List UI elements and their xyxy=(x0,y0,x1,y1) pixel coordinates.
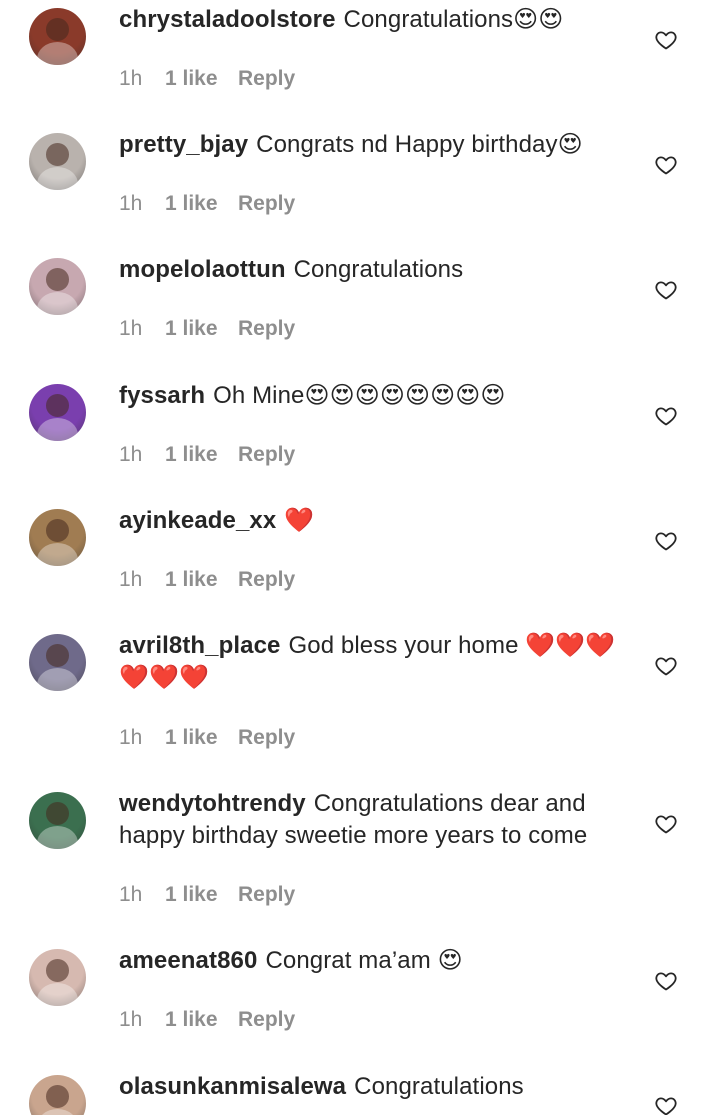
comment-body: Congrats nd Happy birthday😍 xyxy=(256,131,583,158)
username-link[interactable]: chrystaladoolstore xyxy=(119,6,336,33)
reply-button[interactable]: Reply xyxy=(238,725,295,751)
comment-list: chrystaladoolstore Congratulations😍😍 1h 1 l… xyxy=(0,0,720,1115)
heart-outline-icon[interactable] xyxy=(653,969,679,993)
timestamp: 1h xyxy=(119,317,143,340)
comment-meta: 1h 1 like Reply xyxy=(119,66,295,92)
comment-text: wendytohtrendy Congratulations dear and h… xyxy=(119,788,634,852)
timestamp: 1h xyxy=(119,883,143,906)
comment-meta: 1h 1 like Reply xyxy=(119,442,295,468)
comment-meta: 1h 1 like Reply xyxy=(119,882,295,908)
comment-text: pretty_bjay Congrats nd Happy birthday😍 xyxy=(119,129,634,161)
comment-text: ayinkeade_xx ❤️ xyxy=(119,505,634,537)
comment-meta: 1h 1 like Reply xyxy=(119,1007,295,1033)
username-link[interactable]: avril8th_place xyxy=(119,632,281,659)
reply-button[interactable]: Reply xyxy=(238,1007,295,1033)
avatar[interactable] xyxy=(29,258,86,315)
comment-text: avril8th_place God bless your home ❤️❤️❤️… xyxy=(119,630,634,694)
comment-text: ameenat860 Congrat ma’am 😍 xyxy=(119,945,634,977)
avatar[interactable] xyxy=(29,8,86,65)
timestamp: 1h xyxy=(119,1008,143,1031)
comment-meta: 1h 1 like Reply xyxy=(119,567,295,593)
comment-body: Congratulations xyxy=(293,256,464,283)
heart-outline-icon[interactable] xyxy=(653,654,679,678)
comment-body: Congratulations😍😍 xyxy=(343,6,564,33)
username-link[interactable]: fyssarh xyxy=(119,382,205,409)
reply-button[interactable]: Reply xyxy=(238,316,295,342)
reply-button[interactable]: Reply xyxy=(238,191,295,217)
avatar[interactable] xyxy=(29,949,86,1006)
reply-button[interactable]: Reply xyxy=(238,66,295,92)
username-link[interactable]: ameenat860 xyxy=(119,947,257,974)
heart-outline-icon[interactable] xyxy=(653,1094,679,1115)
like-count[interactable]: 1 like xyxy=(165,567,238,593)
heart-outline-icon[interactable] xyxy=(653,153,679,177)
reply-button[interactable]: Reply xyxy=(238,567,295,593)
username-link[interactable]: wendytohtrendy xyxy=(119,790,306,817)
like-count[interactable]: 1 like xyxy=(165,882,238,908)
like-count[interactable]: 1 like xyxy=(165,316,238,342)
comment-body: ❤️ xyxy=(284,507,315,534)
comment-body: Congrat ma’am 😍 xyxy=(265,947,463,974)
heart-outline-icon[interactable] xyxy=(653,28,679,52)
heart-outline-icon[interactable] xyxy=(653,404,679,428)
comment-text: chrystaladoolstore Congratulations😍😍 xyxy=(119,4,634,36)
avatar[interactable] xyxy=(29,509,86,566)
reply-button[interactable]: Reply xyxy=(238,442,295,468)
like-count[interactable]: 1 like xyxy=(165,1007,238,1033)
avatar[interactable] xyxy=(29,634,86,691)
comment-meta: 1h 1 like Reply xyxy=(119,316,295,342)
avatar[interactable] xyxy=(29,1075,86,1115)
heart-outline-icon[interactable] xyxy=(653,278,679,302)
heart-outline-icon[interactable] xyxy=(653,812,679,836)
username-link[interactable]: ayinkeade_xx xyxy=(119,507,276,534)
timestamp: 1h xyxy=(119,726,143,749)
username-link[interactable]: mopelolaottun xyxy=(119,256,286,283)
like-count[interactable]: 1 like xyxy=(165,725,238,751)
timestamp: 1h xyxy=(119,568,143,591)
like-count[interactable]: 1 like xyxy=(165,442,238,468)
timestamp: 1h xyxy=(119,443,143,466)
avatar[interactable] xyxy=(29,792,86,849)
comment-body: Congratulations xyxy=(354,1073,524,1100)
heart-outline-icon[interactable] xyxy=(653,529,679,553)
reply-button[interactable]: Reply xyxy=(238,882,295,908)
comment-body: Oh Mine😍😍😍😍😍😍😍😍 xyxy=(213,382,506,409)
comment-text: olasunkanmisalewa Congratulations xyxy=(119,1071,634,1103)
timestamp: 1h xyxy=(119,67,143,90)
comment-text: mopelolaottun Congratulations xyxy=(119,254,634,286)
comment-meta: 1h 1 like Reply xyxy=(119,725,295,751)
avatar[interactable] xyxy=(29,133,86,190)
like-count[interactable]: 1 like xyxy=(165,66,238,92)
like-count[interactable]: 1 like xyxy=(165,191,238,217)
username-link[interactable]: pretty_bjay xyxy=(119,131,248,158)
avatar[interactable] xyxy=(29,384,86,441)
comment-meta: 1h 1 like Reply xyxy=(119,191,295,217)
username-link[interactable]: olasunkanmisalewa xyxy=(119,1073,346,1100)
comment-text: fyssarh Oh Mine😍😍😍😍😍😍😍😍 xyxy=(119,380,634,412)
timestamp: 1h xyxy=(119,192,143,215)
